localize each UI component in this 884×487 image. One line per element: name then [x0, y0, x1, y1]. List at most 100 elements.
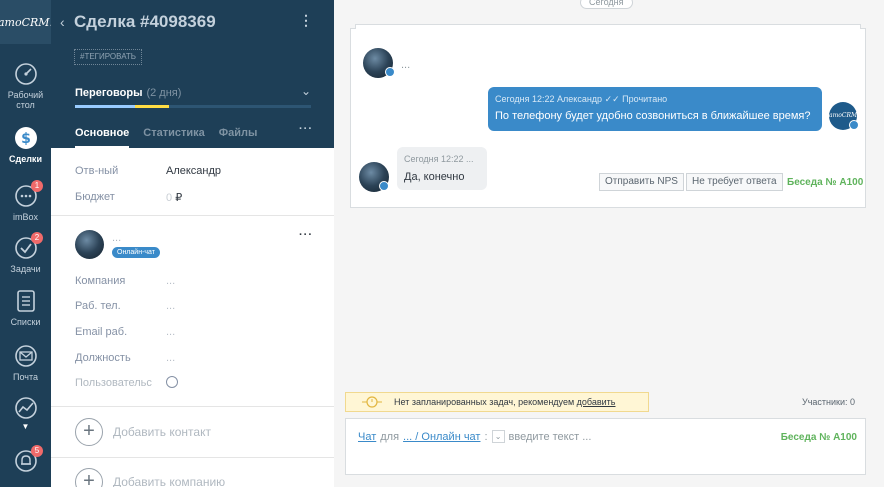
nav-item-notifications[interactable]: 5	[0, 445, 51, 477]
colon: :	[484, 430, 488, 443]
tab-statistics[interactable]: Статистика	[143, 127, 205, 139]
message-input[interactable]: введите текст ...	[509, 431, 592, 443]
chip-label: Онлайн-чат	[117, 249, 155, 256]
field-value[interactable]: Александр	[166, 165, 221, 177]
channel-selector[interactable]: Чат	[358, 431, 376, 443]
field-label: Компания	[75, 275, 126, 287]
nav-item-dashboard[interactable]: Рабочий стол	[0, 62, 51, 110]
badge-notifications: 5	[31, 445, 43, 457]
field-value[interactable]: ...	[166, 275, 175, 287]
tag-button[interactable]: #ТЕГИРОВАТЬ	[74, 49, 143, 65]
client-name[interactable]: ...	[401, 59, 410, 71]
incoming-message: Сегодня 12:22 ... Да, конечно	[397, 147, 487, 190]
field-work-phone[interactable]: Раб. тел. ...	[75, 300, 315, 312]
left-nav: amoCRM. Рабочий стол $ Сделки 1 imBox 2 …	[0, 0, 53, 487]
field-company[interactable]: Компания ...	[75, 275, 315, 287]
caret-down-icon[interactable]: ▼	[0, 423, 51, 431]
field-label: Email раб.	[75, 326, 128, 338]
logo[interactable]: amoCRM.	[0, 0, 53, 44]
add-company-button[interactable]: + Добавить компанию	[75, 468, 225, 487]
field-value[interactable]: ...	[166, 300, 175, 312]
stage-name: Переговоры	[75, 87, 143, 99]
contact-name[interactable]: ...	[112, 232, 121, 244]
nav-item-analytics[interactable]: ▼	[0, 396, 51, 431]
nav-label: Рабочий стол	[7, 90, 44, 110]
stage-duration: (2 дня)	[146, 87, 182, 99]
nav-label: Задачи	[10, 264, 41, 274]
field-responsible[interactable]: Отв-ный Александр	[75, 165, 315, 177]
message-author: Сегодня 12:22 Александр	[495, 94, 603, 104]
nav-label: Списки	[10, 317, 41, 327]
plus-icon: +	[75, 418, 103, 446]
field-label: Бюджет	[75, 191, 115, 203]
read-status: Прочитано	[622, 94, 668, 104]
field-label: Отв-ный	[75, 165, 119, 177]
no-tasks-notice: Нет запланированных задач, рекомендуем д…	[345, 392, 649, 412]
read-check-icon: ✓✓	[604, 94, 620, 104]
tab-main[interactable]: Основное	[75, 127, 129, 139]
analytics-icon	[14, 397, 37, 419]
user-agreement-radio[interactable]	[166, 376, 178, 388]
field-work-email[interactable]: Email раб. ...	[75, 326, 315, 338]
conversation-link[interactable]: Беседа № A100	[787, 177, 863, 188]
contact-avatar[interactable]	[75, 230, 104, 259]
for-label: для	[380, 430, 400, 443]
dollar-icon: $	[14, 127, 37, 149]
chat-card: ... Сегодня 12:22 Александр ✓✓ Прочитано…	[350, 24, 866, 208]
tabs-more-icon[interactable]: ···	[299, 123, 313, 135]
divider	[51, 215, 334, 216]
badge-imbox: 1	[31, 180, 43, 192]
list-icon	[16, 290, 35, 312]
nav-item-lists[interactable]: Списки	[0, 289, 51, 327]
tab-files[interactable]: Файлы	[219, 127, 258, 139]
chat-channel-icon	[385, 67, 395, 77]
field-budget[interactable]: Бюджет 0 ₽	[75, 191, 315, 204]
nav-item-imbox[interactable]: 1 imBox	[0, 180, 51, 222]
composer-line: Чат для ... / Онлайн чат: ⌄ введите текс…	[358, 430, 591, 443]
send-nps-button[interactable]: Отправить NPS	[599, 173, 684, 191]
field-value[interactable]: ...	[166, 352, 175, 364]
add-task-link[interactable]: добавить	[577, 397, 616, 407]
online-chat-chip: Онлайн-чат	[112, 247, 160, 258]
recipient-dropdown-icon[interactable]: ⌄	[491, 430, 505, 443]
chevron-down-icon[interactable]: ⌄	[301, 84, 311, 98]
budget-amount: 0	[166, 192, 173, 204]
recipient-selector[interactable]: ... / Онлайн чат	[403, 431, 480, 443]
nav-item-deals[interactable]: $ Сделки	[0, 126, 51, 164]
message-text: По телефону будет удобно созвониться в б…	[495, 110, 811, 122]
deal-panel: ‹ Сделка #4098369 ⋮ #ТЕГИРОВАТЬ Перегово…	[51, 0, 334, 487]
deal-title[interactable]: Сделка #4098369	[74, 12, 216, 32]
deal-header: ‹ Сделка #4098369 ⋮ #ТЕГИРОВАТЬ Перегово…	[51, 0, 334, 148]
nav-label: Сделки	[9, 154, 42, 164]
add-company-label: Добавить компанию	[113, 475, 226, 487]
message-composer: Чат для ... / Онлайн чат: ⌄ введите текс…	[345, 418, 866, 475]
add-contact-button[interactable]: + Добавить контакт	[75, 418, 211, 446]
nav-label: Почта	[13, 372, 38, 382]
pipeline-stage[interactable]: Переговоры (2 дня)	[75, 87, 181, 99]
participants-count[interactable]: Участники: 0	[802, 397, 855, 407]
nav-item-tasks[interactable]: 2 Задачи	[0, 232, 51, 274]
field-value[interactable]: ...	[166, 326, 175, 338]
currency: ₽	[175, 192, 183, 204]
nav-item-mail[interactable]: Почта	[0, 344, 51, 382]
company-avatar-logo: amoCRM.	[829, 112, 860, 119]
clock-icon	[362, 396, 382, 408]
message-meta: Сегодня 12:22 Александр ✓✓ Прочитано	[495, 94, 667, 105]
notice-text: Нет запланированных задач, рекомендуем	[394, 397, 575, 407]
contact-more-icon[interactable]: ···	[299, 229, 313, 241]
chat-channel-icon	[379, 181, 389, 191]
field-position[interactable]: Должность ...	[75, 352, 315, 364]
composer-conversation-link[interactable]: Беседа № A100	[781, 432, 857, 443]
more-options-icon[interactable]: ⋮	[299, 12, 314, 29]
dashboard-icon	[14, 63, 37, 85]
back-icon[interactable]: ‹	[60, 14, 65, 30]
budget-value[interactable]: 0 ₽	[166, 191, 182, 204]
deal-tabs: Основное Статистика Файлы	[75, 127, 257, 139]
svg-text:$: $	[21, 131, 31, 147]
badge-tasks: 2	[31, 232, 43, 244]
field-label: Должность	[75, 352, 131, 364]
progress-segment-2	[135, 105, 169, 108]
message-meta: Сегодня 12:22 ...	[404, 154, 474, 164]
no-reply-needed-button[interactable]: Не требует ответа	[686, 173, 783, 191]
add-contact-label: Добавить контакт	[113, 425, 211, 439]
